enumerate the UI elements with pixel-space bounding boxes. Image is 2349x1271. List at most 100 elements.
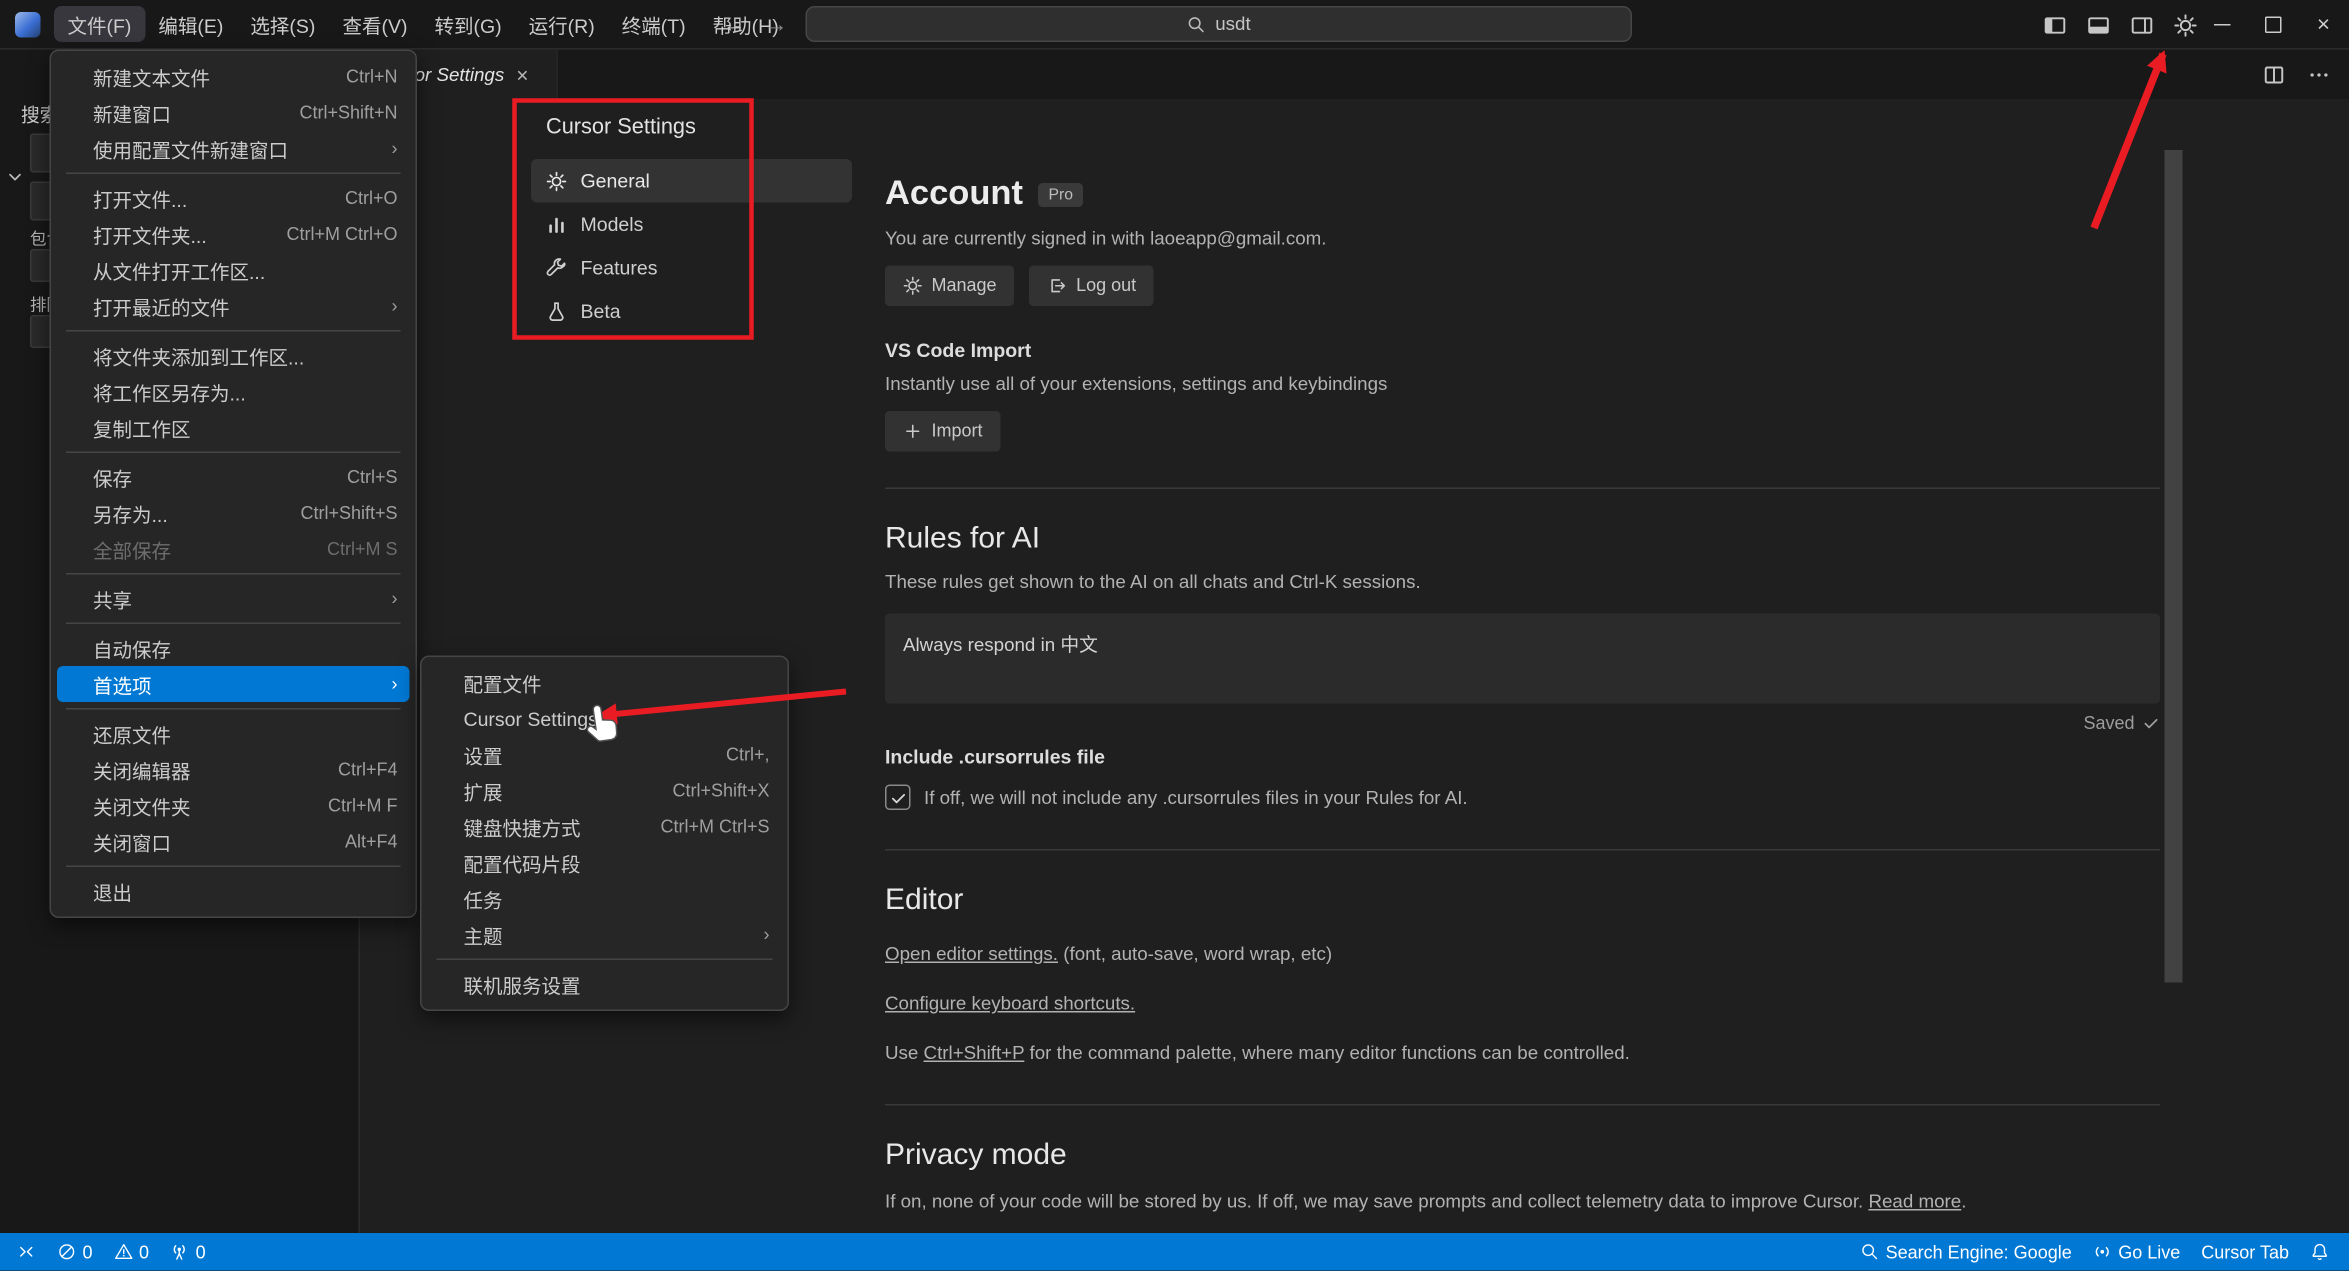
minimize-button[interactable] [2196, 0, 2247, 50]
menu-item-19[interactable]: 自动保存 [57, 630, 410, 666]
menu-item-9[interactable]: 联机服务设置 [428, 966, 782, 1002]
menu-item-6[interactable]: 任务 [428, 881, 782, 917]
menu-item-4[interactable]: 打开文件... Ctrl+O [57, 180, 410, 216]
manage-button[interactable]: Manage [885, 265, 1015, 306]
menu-item-15[interactable]: 全部保存 Ctrl+M S [57, 531, 410, 567]
menubar-item-2[interactable]: 选择(S) [237, 6, 329, 42]
menu-item-10[interactable]: 将工作区另存为... [57, 374, 410, 410]
tab-close-icon[interactable]: × [516, 62, 528, 86]
settings-nav-beta[interactable]: Beta [531, 290, 852, 334]
menu-item-2[interactable]: 使用配置文件新建窗口 › [57, 131, 410, 167]
command-palette-line: Use Ctrl+Shift+P for the command palette… [885, 1041, 2160, 1065]
statusbar-label: Search Engine: Google [1885, 1241, 2072, 1263]
settings-nav-models[interactable]: Models [531, 203, 852, 247]
remote-icon [17, 1242, 37, 1262]
menu-item-shortcut: Ctrl+N [345, 66, 398, 87]
menu-item-1[interactable]: Cursor Settings [428, 701, 782, 737]
menu-item-20[interactable]: 首选项 › [57, 666, 410, 702]
search-engine-status[interactable]: Search Engine: Google [1850, 1233, 2083, 1271]
menubar-item-3[interactable]: 查看(V) [329, 6, 421, 42]
ports-count[interactable]: 0 [160, 1233, 217, 1271]
palette-suffix: for the command palette, where many edit… [1024, 1042, 1630, 1064]
logout-button-label: Log out [1076, 274, 1137, 296]
layout-sidebar-right-icon[interactable] [2130, 13, 2154, 37]
titlebar: 文件(F) 编辑(E) 选择(S) 查看(V) 转到(G) 运行(R) 终端(T) 帮助(H)… [0, 0, 2349, 50]
scrollbar[interactable] [2164, 150, 2183, 1035]
menu-item-5[interactable]: 配置代码片段 [428, 845, 782, 881]
menu-item-1[interactable]: 新建窗口 Ctrl+Shift+N [57, 95, 410, 131]
menu-separator [66, 573, 401, 575]
menu-item-label: 首选项 [93, 674, 152, 697]
forward-button[interactable]: → [765, 12, 788, 38]
privacy-heading: Privacy mode [885, 1138, 1067, 1172]
statusbar: 0 0 0 Search Engine: Google Go Live Cursor T… [0, 1233, 2349, 1271]
menu-item-11[interactable]: 复制工作区 [57, 410, 410, 446]
menu-item-24[interactable]: 关闭文件夹 Ctrl+M F [57, 788, 410, 824]
rules-textarea[interactable]: Always respond in 中文 [885, 613, 2160, 704]
back-button[interactable]: ← [723, 12, 746, 38]
menu-item-0[interactable]: 新建文本文件 Ctrl+N [57, 59, 410, 95]
warnings-count[interactable]: 0 [103, 1233, 160, 1271]
command-center-search[interactable]: usdt [805, 6, 1632, 42]
menu-item-7[interactable]: 主题 › [428, 917, 782, 953]
go-live-button[interactable]: Go Live [2082, 1233, 2191, 1271]
statusbar-label: 0 [82, 1241, 93, 1263]
menu-item-6[interactable]: 从文件打开工作区... [57, 252, 410, 288]
submenu-chevron-icon: › [763, 924, 770, 945]
history-nav: ← → [723, 0, 788, 50]
menu-item-7[interactable]: 打开最近的文件 › [57, 288, 410, 324]
menu-item-0[interactable]: 配置文件 [428, 665, 782, 701]
menu-item-4[interactable]: 键盘快捷方式 Ctrl+M Ctrl+S [428, 809, 782, 845]
vscode-import-heading: VS Code Import [885, 339, 1032, 362]
menu-item-14[interactable]: 另存为... Ctrl+Shift+S [57, 495, 410, 531]
command-palette-link[interactable]: Ctrl+Shift+P [924, 1043, 1025, 1064]
import-button[interactable]: Import [885, 411, 1001, 452]
split-editor-icon[interactable] [2262, 62, 2286, 86]
menu-item-23[interactable]: 关闭编辑器 Ctrl+F4 [57, 752, 410, 788]
more-actions-icon[interactable] [2307, 62, 2331, 86]
layout-sidebar-left-icon[interactable] [2043, 13, 2067, 37]
maximize-button[interactable] [2247, 0, 2298, 50]
settings-nav-features[interactable]: Features [531, 246, 852, 290]
menu-item-label: 打开文件夹... [93, 224, 207, 247]
cursor-tab-status[interactable]: Cursor Tab [2191, 1233, 2300, 1271]
cursorrules-label: If off, we will not include any .cursorr… [924, 786, 1468, 808]
menu-item-13[interactable]: 保存 Ctrl+S [57, 459, 410, 495]
menu-separator [66, 708, 401, 710]
layout-panel-icon[interactable] [2087, 13, 2111, 37]
menu-item-27[interactable]: 退出 [57, 873, 410, 909]
menubar-item-6[interactable]: 终端(T) [608, 6, 699, 42]
submenu-chevron-icon: › [391, 295, 398, 317]
settings-nav: General Models Features Beta [531, 159, 852, 333]
notifications-bell[interactable] [2300, 1233, 2341, 1271]
broadcast-icon [2093, 1242, 2113, 1262]
menu-item-25[interactable]: 关闭窗口 Alt+F4 [57, 824, 410, 860]
close-button[interactable]: × [2298, 0, 2349, 50]
errors-count[interactable]: 0 [47, 1233, 104, 1271]
menu-item-22[interactable]: 还原文件 [57, 716, 410, 752]
menu-item-17[interactable]: 共享 › [57, 581, 410, 617]
menu-item-label: 自动保存 [93, 638, 172, 661]
open-editor-settings-link[interactable]: Open editor settings. [885, 944, 1058, 965]
settings-nav-general[interactable]: General [531, 159, 852, 203]
menubar-item-4[interactable]: 转到(G) [421, 6, 515, 42]
scrollbar-thumb[interactable] [2164, 150, 2183, 983]
logout-button[interactable]: Log out [1029, 265, 1155, 306]
menubar-item-5[interactable]: 运行(R) [515, 6, 608, 42]
configure-shortcuts-link[interactable]: Configure keyboard shortcuts. [885, 993, 1135, 1014]
menu-item-3[interactable]: 扩展 Ctrl+Shift+X [428, 773, 782, 809]
menubar-item-1[interactable]: 编辑(E) [145, 6, 237, 42]
settings-gear-icon[interactable] [2174, 13, 2198, 37]
menu-item-2[interactable]: 设置 Ctrl+, [428, 737, 782, 773]
menu-item-9[interactable]: 将文件夹添加到工作区... [57, 338, 410, 374]
chevron-down-icon[interactable] [5, 167, 26, 188]
cursorrules-checkbox[interactable] [885, 784, 911, 810]
menu-item-label: 另存为... [93, 503, 168, 526]
read-more-link[interactable]: Read more [1868, 1191, 1961, 1212]
menu-item-shortcut: Ctrl+F4 [337, 759, 398, 780]
remote-indicator[interactable] [6, 1233, 47, 1271]
submenu-chevron-icon: › [391, 673, 398, 695]
menubar-item-0[interactable]: 文件(F) [54, 6, 145, 42]
menu-item-5[interactable]: 打开文件夹... Ctrl+M Ctrl+O [57, 216, 410, 252]
error-circle-icon [57, 1242, 77, 1262]
